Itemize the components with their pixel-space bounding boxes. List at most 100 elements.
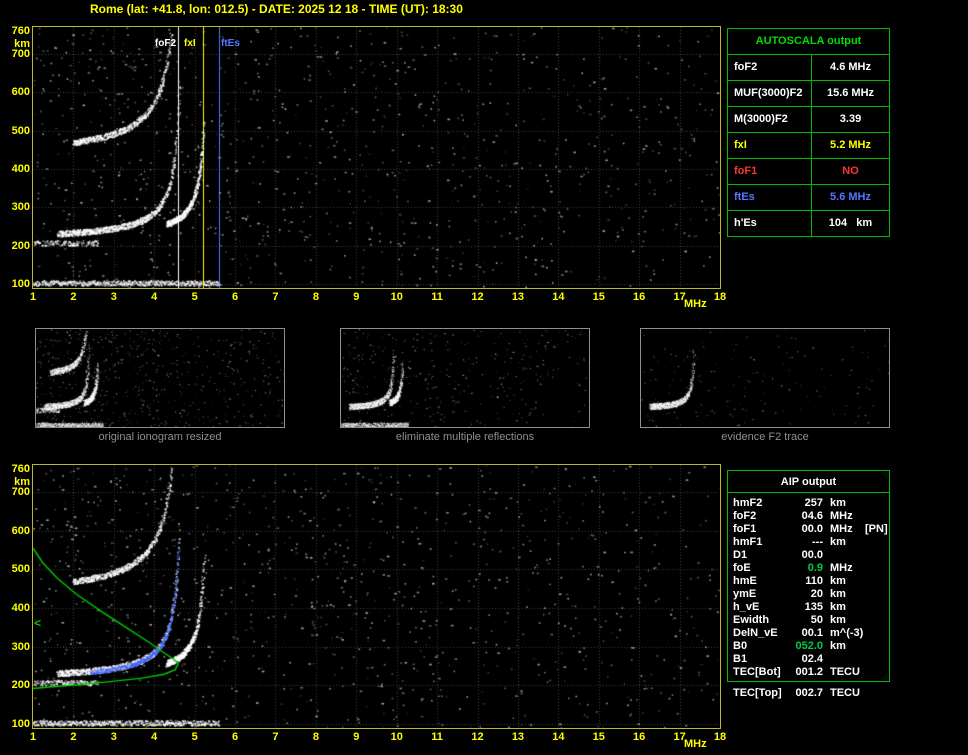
aip-param-unit: MHz — [830, 523, 853, 535]
aip-table-rows: hmF2 257 km foF2 04.6 MHz foF1 00.0 MHz [PN] hmF1 -… — [728, 497, 889, 679]
scaled-ionogram-ytick-100: 100 — [11, 278, 30, 291]
profile-ionogram-ytick-300: 300 — [11, 640, 30, 653]
profile-ionogram-xtick-15: 15 — [592, 731, 605, 743]
autoscala-param-label: h'Es — [728, 211, 812, 236]
scaled-ionogram-xtick-8: 8 — [312, 291, 319, 303]
aip-param-extra — [865, 687, 890, 700]
aip-param-unit: km — [830, 497, 846, 509]
thumbnail-caption-evidence: evidence F2 trace — [721, 431, 809, 443]
autoscala-param-value: 5.6 MHz — [830, 191, 871, 203]
aip-param-extra — [865, 536, 889, 549]
aip-param-unit: km — [830, 536, 846, 548]
profile-ionogram-ytick-700: 700 — [11, 486, 30, 499]
autoscala-table-title: AUTOSCALA output — [755, 35, 862, 47]
aip-param-label: foF1 — [733, 523, 757, 535]
aip-tec-top-row: TEC[Top] 002.7 TECU — [727, 687, 890, 700]
scaled-ionogram-xtick-6: 6 — [231, 291, 239, 303]
aip-param-unit: km — [830, 640, 846, 652]
aip-param-unit: km — [830, 588, 846, 600]
autoscala-param-value: 104 km — [828, 217, 873, 229]
aip-param-label: TEC[Top] — [733, 687, 782, 699]
profile-ionogram-ytick-600: 600 — [11, 524, 30, 537]
autoscala-row-h'Es: h'Es 104 km — [728, 210, 889, 236]
scaled-ionogram-x-unit: MHz — [684, 298, 707, 310]
scaled-ionogram-y-unit: km — [14, 37, 30, 50]
aip-row-foE: foE 0.9 MHz — [728, 562, 889, 575]
autoscala-param-value: 4.6 MHz — [830, 61, 871, 73]
profile-ionogram-xtick-14: 14 — [552, 731, 565, 743]
aip-row-foF2: foF2 04.6 MHz — [728, 510, 889, 523]
autoscala-param-value: NO — [842, 165, 859, 177]
aip-param-extra — [865, 562, 889, 575]
aip-param-unit: TECU — [830, 666, 860, 678]
aip-param-label: hmF2 — [733, 497, 763, 509]
profile-ionogram-ytick-400: 400 — [11, 602, 30, 615]
autoscala-param-label: foF1 — [728, 159, 812, 184]
aip-table-title: AIP output — [728, 471, 889, 493]
aip-row-TEC[Bot]: TEC[Bot] 001.2 TECU — [728, 666, 889, 679]
profile-ionogram-xtick-6: 6 — [231, 731, 239, 743]
scaled-ionogram-canvas — [32, 26, 721, 289]
aip-param-value: 002.7 — [795, 687, 823, 699]
aip-param-value: 50 — [810, 614, 823, 626]
foF2-marker-label: foF2 — [154, 38, 176, 49]
scaled-ionogram-xtick-13: 13 — [511, 291, 525, 303]
aip-param-label: B1 — [733, 653, 748, 665]
aip-param-unit: MHz — [830, 562, 853, 574]
autoscala-row-MUF(3000)F2: MUF(3000)F2 15.6 MHz — [728, 80, 889, 106]
thumbnail-caption-original: original ionogram resized — [98, 431, 222, 443]
aip-param-extra — [865, 510, 889, 523]
aip-param-unit: m^(-3) — [830, 627, 864, 639]
profile-ionogram-xtick-4: 4 — [151, 731, 158, 743]
aip-param-label: hmE — [733, 575, 757, 587]
aip-param-extra — [865, 614, 889, 627]
aip-param-label: foF2 — [733, 510, 757, 522]
autoscala-param-label: M(3000)F2 — [728, 107, 812, 132]
aip-param-unit: km — [830, 601, 846, 613]
aip-param-label: hmF1 — [733, 536, 763, 548]
aip-param-unit: TECU — [830, 687, 860, 699]
scaled-ionogram-xtick-5: 5 — [191, 291, 198, 303]
profile-ionogram-xtick-9: 9 — [353, 731, 360, 743]
aip-param-extra — [865, 549, 889, 562]
thumbnail-canvas-evidence — [641, 329, 889, 427]
aip-row-hmE: hmE 110 km — [728, 575, 889, 588]
aip-row-hmF2: hmF2 257 km — [728, 497, 889, 510]
aip-row-Ewidth: Ewidth 50 km — [728, 614, 889, 627]
profile-ionogram-xtick-1: 1 — [29, 731, 37, 743]
autoscala-param-label: ftEs — [728, 185, 812, 210]
aip-param-label: B0 — [733, 640, 748, 652]
aip-param-extra — [865, 640, 889, 653]
aip-row-foF1: foF1 00.0 MHz [PN] — [728, 523, 889, 536]
aip-param-label: Ewidth — [733, 614, 770, 626]
fxI-marker-label: fxI — [184, 38, 196, 49]
autoscala-output-table: AUTOSCALA output foF2 4.6 MHz MUF(3000)F2 1… — [727, 28, 890, 237]
profile-ionogram-xtick-5: 5 — [191, 731, 198, 743]
thumbnail-eliminate-reflections — [340, 328, 590, 428]
autoscala-screen: Rome (lat: +41.8, lon: 012.5) - DATE: 20… — [0, 0, 968, 755]
profile-ionogram-xtick-13: 13 — [511, 731, 525, 743]
scaled-ionogram-ytick-400: 400 — [11, 163, 30, 175]
aip-param-value: 02.4 — [801, 653, 823, 665]
aip-param-unit: km — [830, 575, 846, 587]
profile-ionogram-xtick-8: 8 — [312, 731, 319, 743]
aip-param-unit — [823, 549, 865, 562]
aip-param-label: foE — [733, 562, 751, 574]
autoscala-param-label: MUF(3000)F2 — [728, 81, 812, 106]
profile-ionogram-xtick-3: 3 — [110, 731, 117, 743]
profile-ionogram-xtick-7: 7 — [272, 731, 279, 743]
page-title: Rome (lat: +41.8, lon: 012.5) - DATE: 20… — [90, 2, 463, 16]
thumbnail-canvas-eliminate — [341, 329, 589, 427]
thumbnail-caption-eliminate: eliminate multiple reflections — [395, 431, 535, 443]
profile-ionogram-y-unit: km — [14, 475, 30, 488]
scaled-ionogram-xtick-2: 2 — [70, 291, 77, 303]
profile-ionogram-xtick-18: 18 — [713, 731, 727, 743]
scaled-ionogram-xtick-12: 12 — [471, 291, 484, 303]
aip-param-value: 001.2 — [795, 666, 823, 678]
scaled-ionogram-xtick-3: 3 — [110, 291, 117, 303]
aip-output-table: AIP output hmF2 257 km foF2 04.6 MHz foF1 00.0 M… — [727, 470, 890, 682]
aip-param-value: 110 — [805, 575, 823, 587]
aip-param-unit: MHz — [830, 510, 853, 522]
profile-ionogram-canvas — [32, 464, 721, 729]
autoscala-row-foF2: foF2 4.6 MHz — [728, 54, 889, 80]
